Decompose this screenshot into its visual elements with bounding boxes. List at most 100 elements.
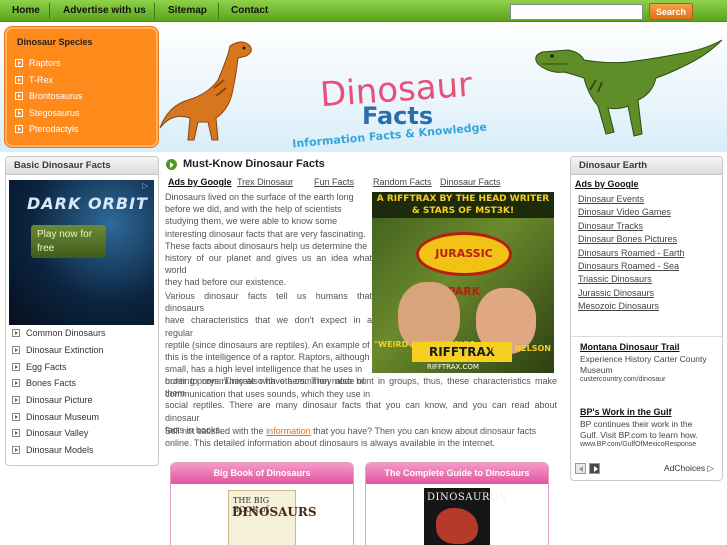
arrow-bullet-icon (15, 75, 23, 84)
arrow-bullet-icon (15, 92, 23, 101)
arrow-bullet-icon (12, 362, 20, 371)
book-cover-image[interactable]: THE BIG BOOK of DINOSAURS (228, 490, 317, 545)
rifftrax-ad[interactable]: A RIFFTRAX BY THE HEAD WRITER & STARS OF… (372, 192, 554, 373)
sponsor-title[interactable]: BP's Work in the Gulf (580, 407, 720, 417)
arrow-bullet-icon (12, 379, 20, 388)
right-link-dinosaur-bones-pictures[interactable]: Dinosaur Bones Pictures (578, 234, 718, 247)
ads-by-google-label[interactable]: Ads by Google (168, 177, 232, 187)
ads-by-google-label[interactable]: Ads by Google (575, 179, 639, 189)
paragraph-line: These facts about dinosaurs help us dete… (165, 240, 368, 251)
book-title: The Complete Guide to Dinosaurs (366, 463, 548, 484)
species-title: Dinosaur Species (17, 37, 93, 47)
nav-separator (218, 3, 219, 19)
paragraph-line: reptile (since dinosaurs are reptiles). … (165, 339, 370, 350)
information-link[interactable]: information (266, 426, 311, 436)
left-item-dinosaur-museum[interactable]: Dinosaur Museum (6, 408, 156, 425)
sponsor-url[interactable]: custercountry.com/dinosaur (580, 376, 720, 383)
left-item-label: Bones Facts (26, 378, 77, 389)
paragraph-line: studying them, we were able to know some (165, 216, 338, 227)
right-link-jurassic[interactable]: Jurassic Dinosaurs (578, 288, 718, 301)
adchoices-icon[interactable]: ▷ (142, 181, 152, 191)
left-item-egg-facts[interactable]: Egg Facts (6, 358, 156, 375)
paragraph-line: before we did, and with the help of scie… (165, 204, 342, 215)
sponsor-title[interactable]: Montana Dinosaur Trail (580, 342, 720, 352)
search-button[interactable]: Search (649, 3, 693, 20)
left-item-bones-facts[interactable]: Bones Facts (6, 375, 156, 392)
book-cover-text: DINOSAURUS (427, 492, 507, 503)
arrow-bullet-icon (12, 429, 20, 438)
arrow-bullet-icon (12, 396, 20, 405)
left-item-dinosaur-models[interactable]: Dinosaur Models (6, 442, 156, 459)
species-item-raptors[interactable]: Raptors (15, 55, 155, 72)
right-link-mesozoic[interactable]: Mesozoic Dinosaurs (578, 301, 718, 314)
arrow-bullet-icon (15, 59, 23, 68)
ad-right-name: MIKE NELSON (489, 344, 551, 353)
sponsor-ad[interactable]: Montana Dinosaur Trail Experience Histor… (580, 342, 720, 383)
ad-link-random-facts[interactable]: Random Facts (373, 177, 432, 187)
right-link-list: Dinosaur Events Dinosaur Video Games Din… (578, 194, 718, 315)
species-item-trex[interactable]: T-Rex (15, 72, 155, 89)
species-list: Raptors T-Rex Brontosaurus Stegosaurus P… (15, 55, 155, 138)
left-item-label: Dinosaur Models (26, 445, 94, 456)
right-link-roamed-earth[interactable]: Dinosaurs Roamed - Earth (578, 248, 718, 261)
ad-link-dinosaur-facts[interactable]: Dinosaur Facts (440, 177, 501, 187)
paragraph-line: they had before our existence. (165, 277, 287, 288)
arrow-bullet-icon (15, 108, 23, 117)
left-item-label: Dinosaur Picture (26, 395, 93, 406)
species-item-pterodactyls[interactable]: Pterodactyls (15, 121, 155, 138)
sponsor-ad[interactable]: BP's Work in the Gulf BP continues their… (580, 407, 720, 448)
adchoices-link[interactable]: AdChoices ▷ (664, 463, 714, 474)
right-link-dinosaur-tracks[interactable]: Dinosaur Tracks (578, 221, 718, 234)
divider (571, 336, 722, 337)
adchoices-icon: ▷ (707, 463, 715, 473)
paragraph-text: that you have? Then you can know about d… (310, 426, 537, 436)
search-input[interactable] (510, 4, 643, 20)
paragraph-line: history of our planet and gives us an id… (165, 253, 372, 276)
book-card[interactable]: Big Book of Dinosaurs THE BIG BOOK of DI… (170, 462, 354, 545)
left-item-common-dinosaurs[interactable]: Common Dinosaurs (6, 325, 156, 342)
species-menu: Dinosaur Species Raptors T-Rex Brontosau… (5, 27, 158, 147)
next-ad-icon[interactable] (589, 463, 600, 474)
nav-advertise[interactable]: Advertise with us (53, 0, 156, 22)
paragraph-line: small, has a high level intelligence tha… (165, 364, 363, 375)
basic-facts-title: Basic Dinosaur Facts (6, 157, 158, 175)
paragraph-line: online. This detailed information about … (165, 438, 496, 449)
ad-link-fun-facts[interactable]: Fun Facts (314, 177, 354, 187)
ad-play-button[interactable]: Play now for free (31, 225, 106, 258)
left-item-dinosaur-extinction[interactable]: Dinosaur Extinction (6, 342, 156, 359)
species-item-brontosaurus[interactable]: Brontosaurus (15, 88, 155, 105)
left-item-label: Dinosaur Extinction (26, 345, 104, 356)
paragraph-line: Dinosaurs lived on the surface of the ea… (165, 192, 354, 202)
sponsor-text: Experience History Carter County (580, 354, 707, 364)
previous-ad-icon[interactable] (575, 463, 586, 474)
sponsor-url[interactable]: www.BP.com/GulfOfMexicoResponse (580, 441, 720, 448)
game-ad-banner[interactable]: ▷ DARK ORBIT Play now for free (9, 180, 154, 325)
book-cover-image[interactable]: DINOSAURUS (424, 488, 506, 545)
species-item-label: Raptors (29, 58, 61, 69)
right-link-dinosaur-events[interactable]: Dinosaur Events (578, 194, 718, 207)
nav-separator (49, 3, 50, 19)
right-link-triassic[interactable]: Triassic Dinosaurs (578, 274, 718, 287)
nav-separator (154, 3, 155, 19)
left-item-dinosaur-picture[interactable]: Dinosaur Picture (6, 392, 156, 409)
left-item-dinosaur-valley[interactable]: Dinosaur Valley (6, 425, 156, 442)
left-item-label: Dinosaur Valley (26, 428, 89, 439)
arrow-circle-icon (166, 159, 177, 170)
book-card[interactable]: The Complete Guide to Dinosaurs DINOSAUR… (365, 462, 549, 545)
dinosaur-earth-title: Dinosaur Earth (571, 157, 722, 175)
paragraph-line: this is the intelligence of a raptor. Ra… (165, 352, 370, 363)
dinosaur-skull-image (436, 508, 478, 544)
species-item-stegosaurus[interactable]: Stegosaurus (15, 105, 155, 122)
left-item-label: Common Dinosaurs (26, 328, 106, 339)
nav-home[interactable]: Home (2, 0, 50, 22)
ad-link-trex[interactable]: Trex Dinosaur (237, 177, 293, 187)
green-dinosaur-illustration (535, 39, 723, 137)
right-link-roamed-sea[interactable]: Dinosaurs Roamed - Sea (578, 261, 718, 274)
main-title: Must-Know Dinosaur Facts (183, 158, 325, 170)
paragraph-line: order to communicate with others. They a… (165, 376, 557, 399)
arrow-bullet-icon (12, 346, 20, 355)
right-link-dinosaur-video-games[interactable]: Dinosaur Video Games (578, 207, 718, 220)
nav-contact[interactable]: Contact (221, 0, 278, 22)
nav-sitemap[interactable]: Sitemap (158, 0, 217, 22)
book-cover-text: DINOSAURS (232, 505, 317, 519)
